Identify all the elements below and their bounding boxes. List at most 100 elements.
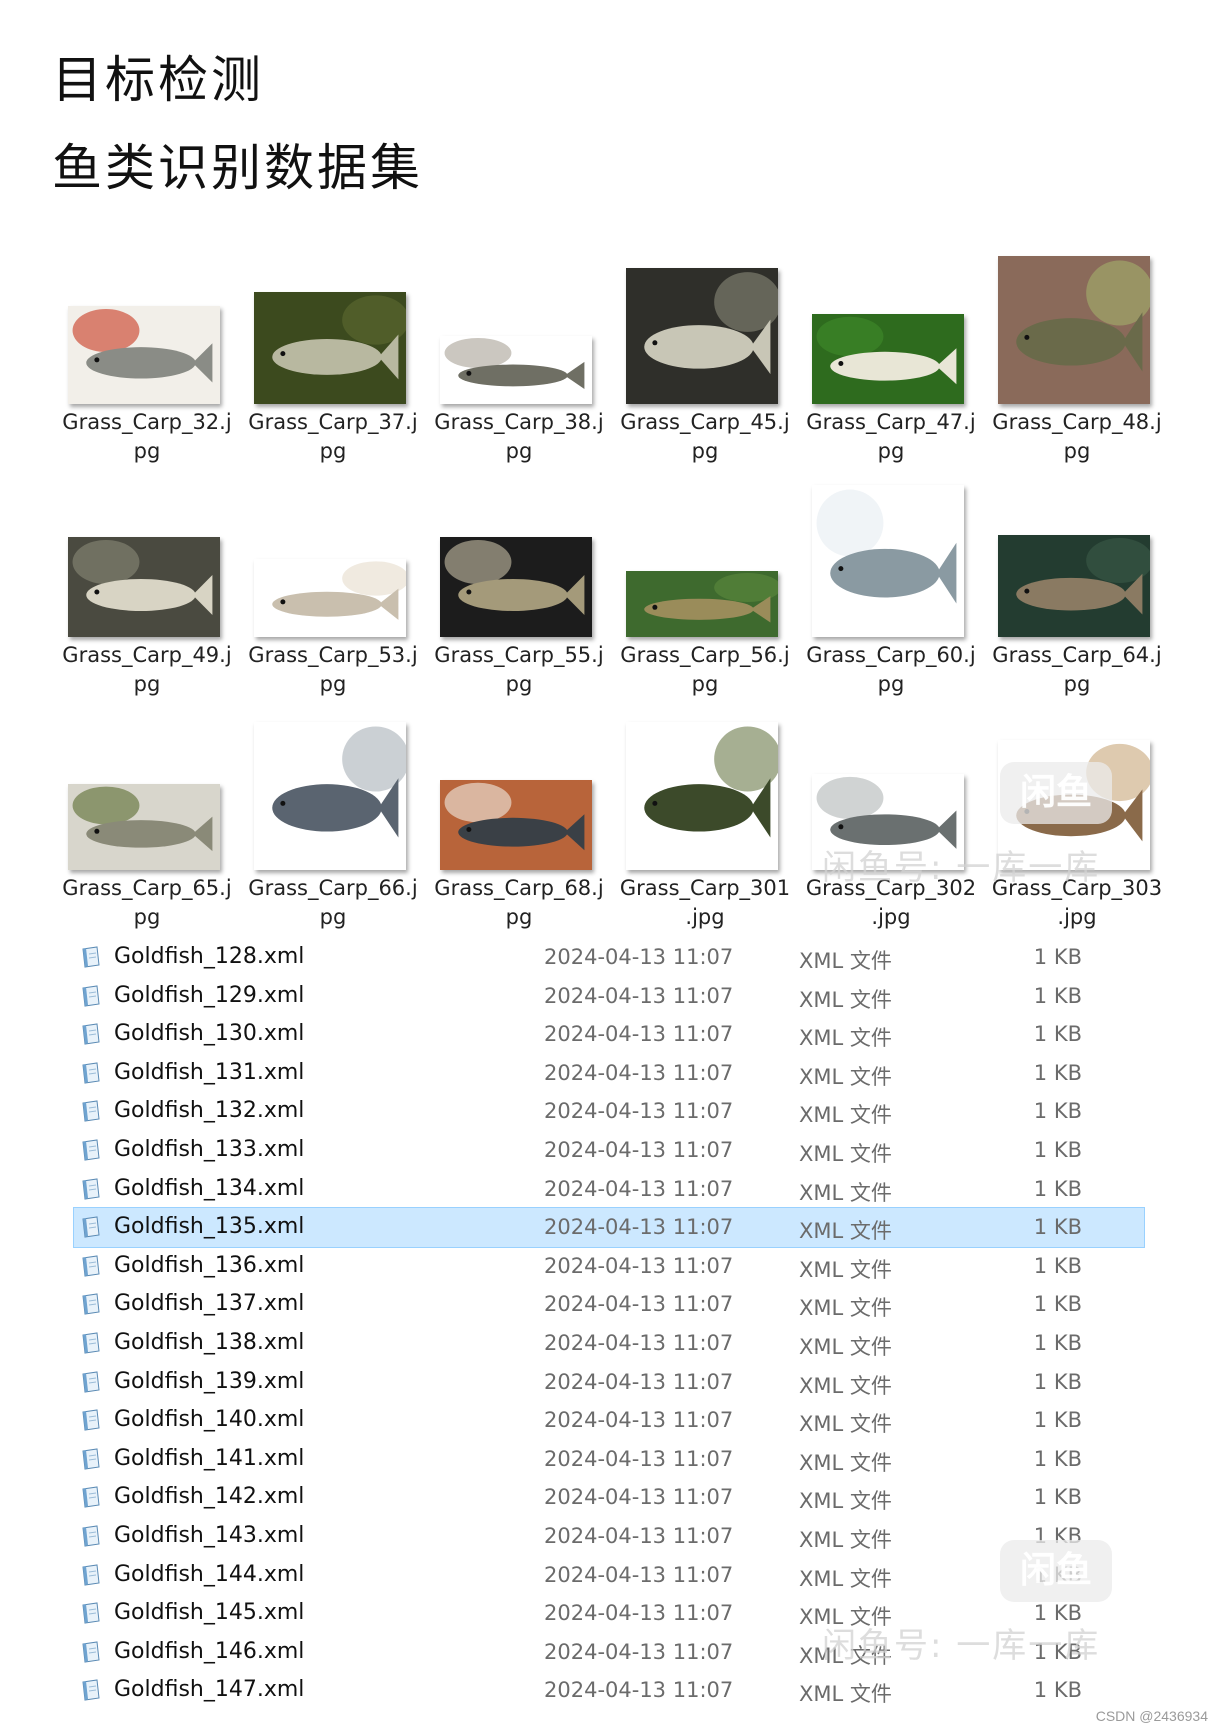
thumbnail-filename: Grass_Carp_66.j pg	[246, 874, 420, 932]
file-list: Goldfish_128.xml 2024-04-13 11:07 XML 文件 1 …	[73, 938, 1145, 1710]
file-modified-date: 2024-04-13 11:07	[544, 1446, 734, 1471]
file-row[interactable]: Goldfish_142.xml 2024-04-13 11:07 XML 文件 1 …	[74, 1478, 1144, 1517]
file-type: XML 文件	[799, 1141, 892, 1166]
xml-file-icon	[80, 1062, 102, 1084]
file-row[interactable]: Goldfish_133.xml 2024-04-13 11:07 XML 文件 1 …	[74, 1131, 1144, 1170]
thumbnail-image[interactable]	[812, 485, 964, 637]
thumbnail-image[interactable]	[68, 306, 220, 404]
file-modified-date: 2024-04-13 11:07	[544, 1601, 734, 1626]
filename-line-1: Grass_Carp_301	[619, 876, 791, 900]
fish-photo-icon	[254, 559, 406, 637]
filename-line-2: .jpg	[871, 905, 911, 929]
filename-line-2: pg	[505, 439, 533, 463]
filename-line-1: Grass_Carp_38.j	[434, 410, 604, 434]
thumbnail-image[interactable]	[626, 571, 778, 637]
file-name: Goldfish_147.xml	[114, 1677, 305, 1703]
thumbnail-item[interactable]: Grass_Carp_47.j pg	[806, 240, 994, 470]
thumbnail-image[interactable]	[626, 268, 778, 404]
file-row[interactable]: Goldfish_139.xml 2024-04-13 11:07 XML 文件 1 …	[74, 1363, 1144, 1402]
thumbnail-image[interactable]	[68, 784, 220, 870]
csdn-credit: CSDN @2436934	[1095, 1708, 1208, 1724]
thumbnail-item[interactable]: Grass_Carp_49.j pg	[62, 473, 250, 703]
file-row[interactable]: Goldfish_131.xml 2024-04-13 11:07 XML 文件 1 …	[74, 1054, 1144, 1093]
thumbnail-item[interactable]: Grass_Carp_55.j pg	[434, 473, 622, 703]
page-title: 目标检测	[52, 51, 264, 109]
thumbnail-item[interactable]: Grass_Carp_48.j pg	[992, 240, 1180, 470]
file-row[interactable]: Goldfish_144.xml2024-04-13 11:07XML 文件1 …	[74, 1556, 1144, 1595]
thumbnail-filename: Grass_Carp_60.j pg	[804, 641, 978, 699]
thumbnail-image[interactable]	[998, 256, 1150, 404]
file-row[interactable]: Goldfish_147.xml 2024-04-13 11:07 XML 文件 1 …	[74, 1671, 1144, 1710]
file-row[interactable]: Goldfish_130.xml 2024-04-13 11:07 XML 文件 1 …	[74, 1015, 1144, 1054]
file-name: Goldfish_143.xml	[114, 1522, 305, 1548]
thumbnail-item[interactable]: Grass_Carp_38.jpg	[434, 240, 622, 470]
thumbnail-item[interactable]: Grass_Carp_56.j pg	[620, 473, 808, 703]
thumbnail-item[interactable]: Grass_Carp_65.j pg	[62, 706, 250, 936]
thumbnail-filename: Grass_Carp_37.j pg	[246, 408, 420, 466]
file-modified-date: 2024-04-13 11:07	[544, 1369, 734, 1394]
thumbnail-image[interactable]	[254, 722, 406, 870]
thumbnail-image[interactable]	[68, 537, 220, 637]
file-row[interactable]: Goldfish_129.xml 2024-04-13 11:07 XML 文件 1 …	[74, 977, 1144, 1016]
filename-line-1: Grass_Carp_56.j	[620, 643, 790, 667]
file-type: XML 文件	[799, 1026, 892, 1051]
thumbnail-image[interactable]	[254, 559, 406, 637]
file-modified-date: 2024-04-13 11:07	[544, 1215, 734, 1240]
thumbnail-item[interactable]: Grass_Carp_32.j pg	[62, 240, 250, 470]
file-size: 1 KB	[1033, 1137, 1082, 1162]
thumbnail-item[interactable]: Grass_Carp_68.j pg	[434, 706, 622, 936]
file-type: XML 文件	[799, 1296, 892, 1321]
file-size: 1 KB	[1033, 1099, 1082, 1124]
file-name: Goldfish_136.xml	[114, 1252, 305, 1278]
thumbnail-image[interactable]	[440, 537, 592, 637]
thumbnail-item[interactable]: Grass_Carp_45.j pg	[620, 240, 808, 470]
filename-line-1: Grass_Carp_49.j	[62, 643, 232, 667]
file-row[interactable]: Goldfish_143.xml 2024-04-13 11:07 XML 文件 1 …	[74, 1517, 1144, 1556]
file-row[interactable]: Goldfish_128.xml 2024-04-13 11:07 XML 文件 1 …	[74, 938, 1144, 977]
thumbnail-image[interactable]	[626, 722, 778, 870]
xml-file-icon	[80, 1332, 102, 1354]
file-size: 1 KB	[1033, 1678, 1082, 1703]
file-type: XML 文件	[799, 1180, 892, 1205]
file-type: XML 文件	[799, 1373, 892, 1398]
watermark-text-lower: 闲鱼号: 一库一库	[822, 1626, 1101, 1666]
filename-line-2: pg	[319, 439, 347, 463]
filename-line-1: Grass_Carp_32.j	[62, 410, 232, 434]
file-row[interactable]: Goldfish_141.xml 2024-04-13 11:07 XML 文件 1 …	[74, 1440, 1144, 1479]
file-row[interactable]: Goldfish_140.xml 2024-04-13 11:07 XML 文件 1 …	[74, 1401, 1144, 1440]
thumbnail-item[interactable]: Grass_Carp_64.j pg	[992, 473, 1180, 703]
file-type: XML 文件	[799, 1412, 892, 1437]
thumbnail-item[interactable]: Grass_Carp_302 .jpg	[806, 706, 994, 936]
filename-line-1: Grass_Carp_64.j	[992, 643, 1162, 667]
thumbnail-item[interactable]: Grass_Carp_53.j pg	[248, 473, 436, 703]
fish-photo-icon	[68, 306, 220, 404]
file-row[interactable]: Goldfish_137.xml 2024-04-13 11:07 XML 文件 1 …	[74, 1285, 1144, 1324]
thumbnail-image[interactable]	[440, 336, 592, 404]
thumbnail-filename: Grass_Carp_32.j pg	[60, 408, 234, 466]
thumbnail-image[interactable]	[254, 292, 406, 404]
file-size: 1 KB	[1033, 983, 1082, 1008]
xml-file-icon	[80, 1448, 102, 1470]
thumbnail-item[interactable]: Grass_Carp_301 .jpg	[620, 706, 808, 936]
file-type: XML 文件	[799, 1064, 892, 1089]
file-row[interactable]: Goldfish_136.xml 2024-04-13 11:07 XML 文件 1 …	[74, 1247, 1144, 1286]
thumbnail-image[interactable]	[812, 314, 964, 404]
fish-photo-icon	[68, 537, 220, 637]
fish-photo-icon	[254, 722, 406, 870]
file-row[interactable]: Goldfish_134.xml 2024-04-13 11:07 XML 文件 1 …	[74, 1170, 1144, 1209]
filename-line-1: Grass_Carp_45.j	[620, 410, 790, 434]
file-size: 1 KB	[1033, 1292, 1082, 1317]
thumbnail-item[interactable]: Grass_Carp_37.j pg	[248, 240, 436, 470]
thumbnail-image[interactable]	[998, 535, 1150, 637]
thumbnail-item[interactable]: Grass_Carp_66.j pg	[248, 706, 436, 936]
file-row[interactable]: Goldfish_138.xml 2024-04-13 11:07 XML 文件 1 …	[74, 1324, 1144, 1363]
file-row[interactable]: Goldfish_135.xml 2024-04-13 11:07 XML 文件 1 …	[73, 1207, 1145, 1248]
xml-file-icon	[80, 1023, 102, 1045]
file-modified-date: 2024-04-13 11:07	[544, 1099, 734, 1124]
file-row[interactable]: Goldfish_132.xml 2024-04-13 11:07 XML 文件 1 …	[74, 1092, 1144, 1131]
file-name: Goldfish_138.xml	[114, 1329, 305, 1355]
file-modified-date: 2024-04-13 11:07	[544, 1292, 734, 1317]
thumbnail-image[interactable]	[440, 780, 592, 870]
file-modified-date: 2024-04-13 11:07	[544, 945, 734, 969]
thumbnail-item[interactable]: Grass_Carp_60.j pg	[806, 473, 994, 703]
